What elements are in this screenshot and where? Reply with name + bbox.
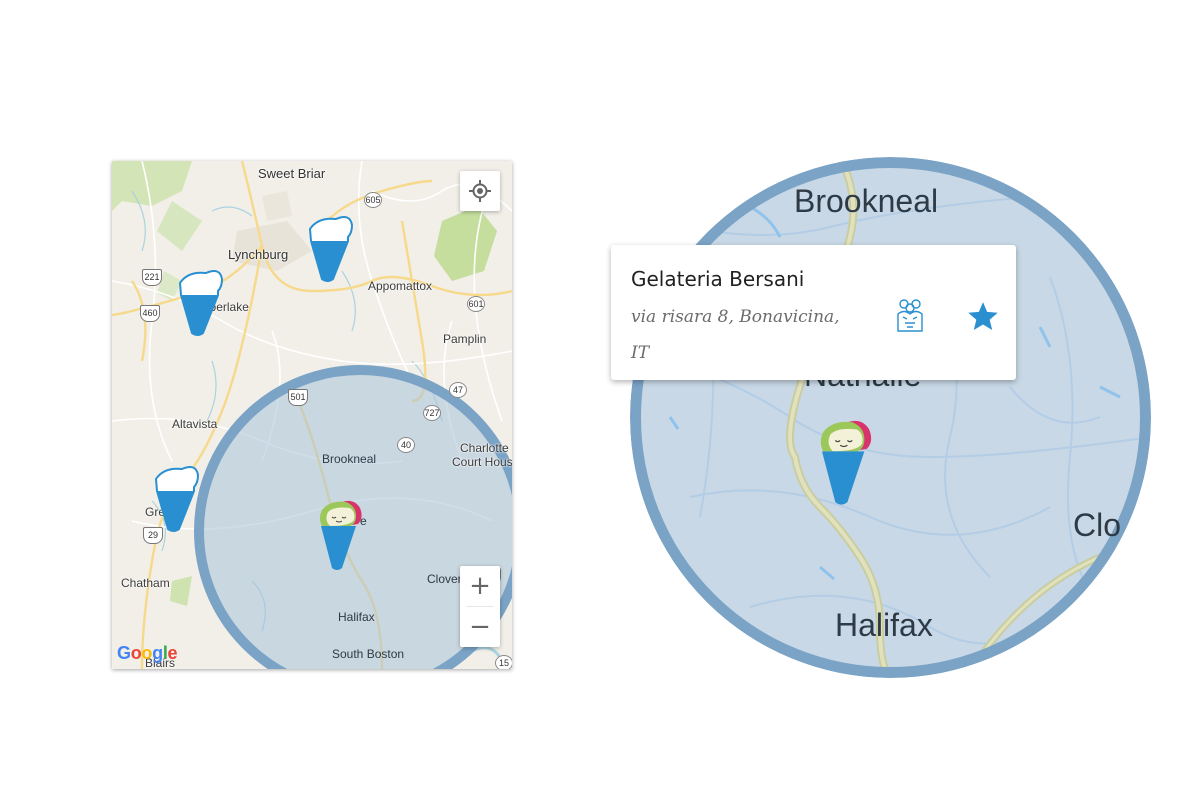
address-line-1: via risara 8, Bonavicina, (631, 307, 840, 327)
star-icon[interactable] (966, 300, 1000, 334)
town-label-chatham: Chatham (121, 576, 170, 590)
gelato-pin-gretna[interactable] (152, 461, 202, 533)
zoom-out-button[interactable]: − (460, 607, 500, 647)
route-shield-460: 460 (140, 305, 160, 322)
town-label-sweet-briar: Sweet Briar (258, 166, 326, 181)
zoomed-map-layer (630, 157, 1151, 678)
route-shield-601: 601 (467, 296, 485, 312)
route-shield-221: 221 (142, 269, 162, 286)
shop-info-popup[interactable]: Gelateria Bersani via risara 8, Bonavici… (611, 245, 1016, 380)
town-label-clover: Clover (427, 572, 462, 586)
crosshair-icon (469, 180, 491, 202)
town-label-south-boston: South Boston (332, 647, 405, 661)
zoom-label-clover: Clo (1073, 507, 1122, 543)
route-shield-47: 47 (449, 382, 467, 398)
google-logo: Google (117, 643, 178, 663)
route-shield-501: 501 (288, 389, 308, 406)
zoom-label-brookneal: Brookneal (794, 183, 939, 219)
gelato-pin-appomattox[interactable] (306, 211, 356, 283)
town-label-altavista: Altavista (172, 417, 218, 431)
town-label-lynchburg: Lynchburg (228, 247, 289, 262)
shop-address: via risara 8, Bonavicina, IT (631, 299, 861, 371)
zoomed-map-circle: Brookneal Nathalie Clo Halifax (630, 157, 1151, 678)
people-group-icon[interactable] (895, 297, 925, 333)
town-label-appomattox: Appomattox (368, 279, 433, 293)
route-shield-605: 605 (364, 192, 382, 208)
map-view[interactable]: Sweet Briar Lynchburg Timberlake Appomat… (112, 161, 512, 669)
gelato-pin-selected[interactable] (316, 496, 364, 572)
gelato-pin-selected-zoomed[interactable] (812, 415, 878, 507)
town-label-charlotte-2: Court House (452, 455, 512, 469)
locate-me-button[interactable] (460, 171, 500, 211)
zoom-label-halifax: Halifax (835, 607, 933, 643)
route-shield-727: 727 (423, 405, 441, 421)
town-label-pamplin: Pamplin (443, 332, 487, 346)
town-label-brookneal: Brookneal (322, 452, 377, 466)
town-label-charlotte-1: Charlotte (460, 441, 509, 455)
route-shield-40: 40 (397, 437, 415, 453)
gelato-pin-timberlake[interactable] (176, 265, 226, 337)
address-line-2: IT (631, 343, 650, 363)
town-label-halifax: Halifax (338, 610, 375, 624)
zoom-in-button[interactable]: + (460, 566, 500, 606)
zoom-controls: + − (460, 566, 500, 647)
route-shield-15: 15 (495, 655, 512, 669)
shop-name: Gelateria Bersani (631, 267, 805, 291)
